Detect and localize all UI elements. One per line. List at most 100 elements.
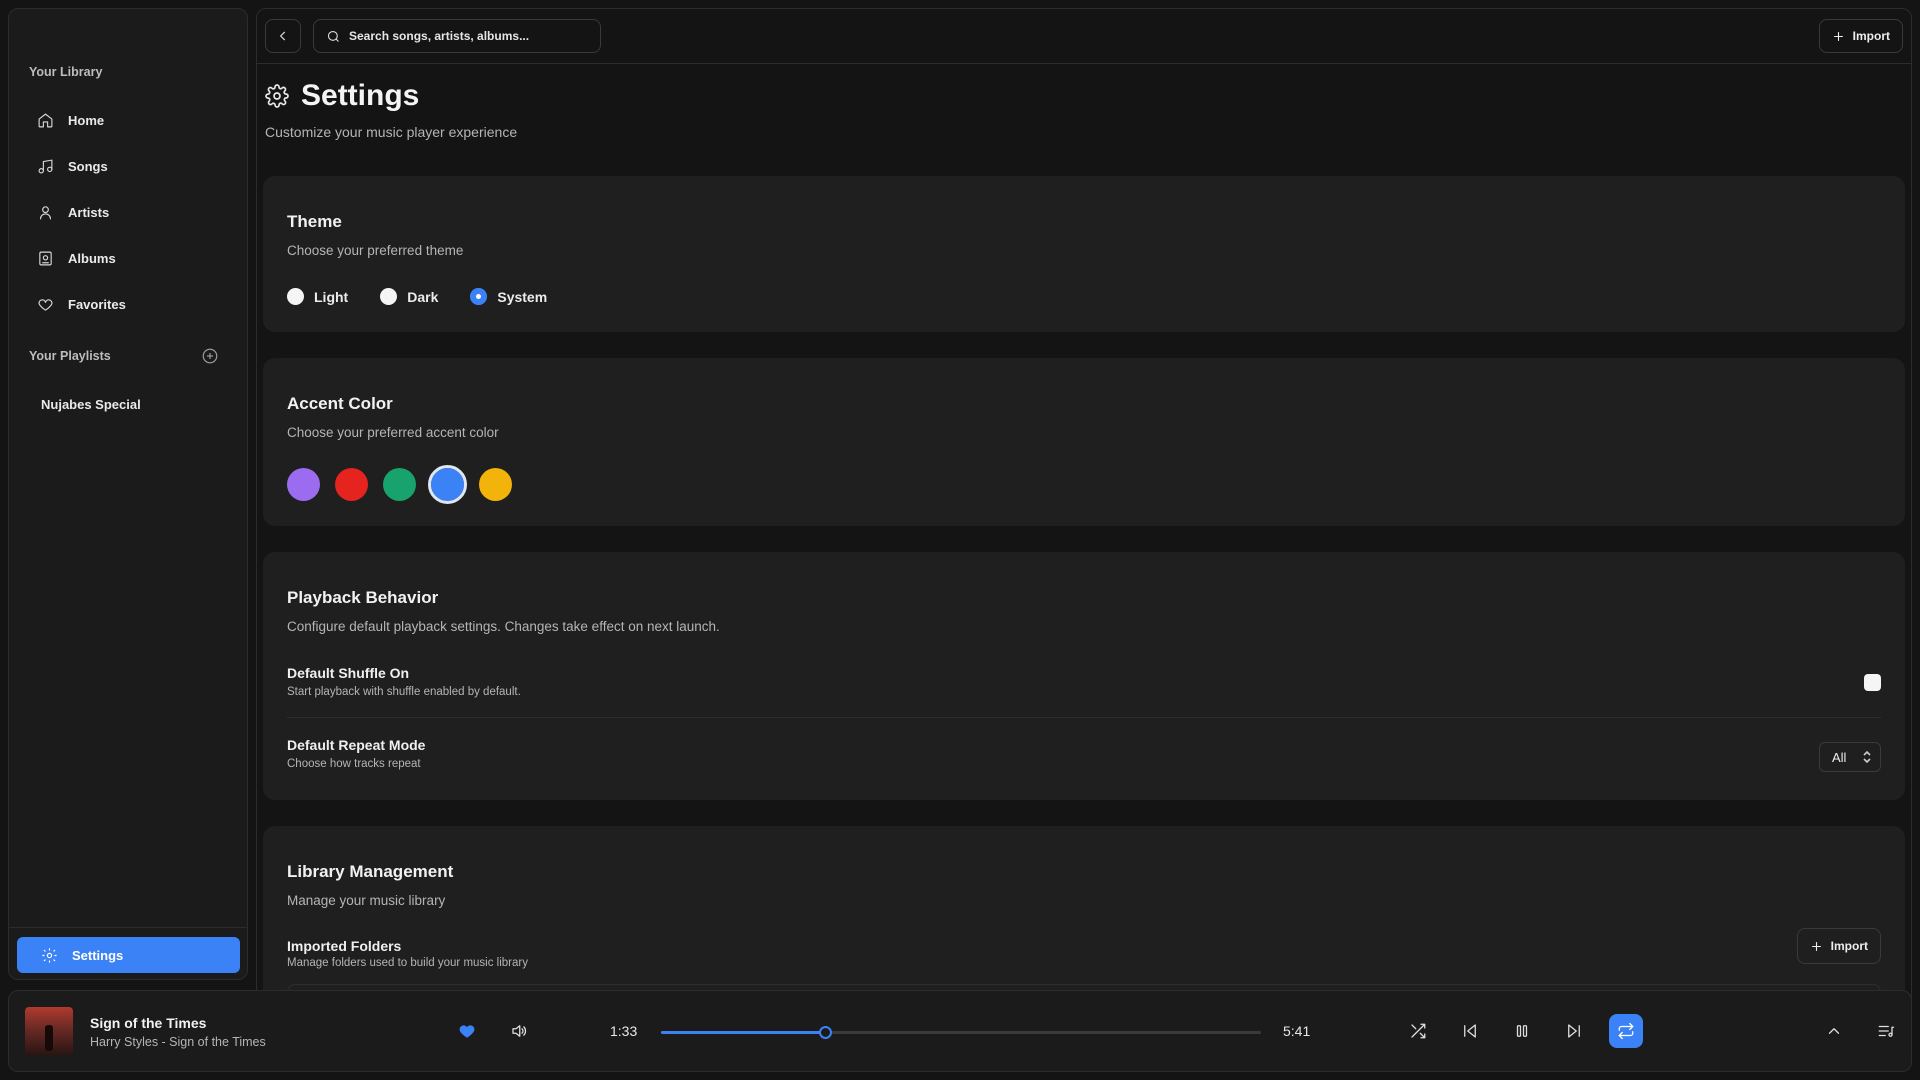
user-icon: [39, 205, 52, 219]
back-button[interactable]: [265, 19, 301, 53]
shuffle-button[interactable]: [1409, 1022, 1427, 1040]
chevron-up-icon: [1828, 1028, 1840, 1034]
skip-forward-icon: [1568, 1024, 1580, 1038]
import-label: Import: [1830, 939, 1868, 953]
next-button[interactable]: [1565, 1022, 1583, 1040]
album-icon: [39, 251, 52, 265]
radio-light[interactable]: [287, 288, 304, 305]
sidebar-item-albums[interactable]: Albums: [37, 241, 237, 275]
progress-fill: [661, 1031, 825, 1034]
radio-label: System: [497, 288, 548, 305]
repeat-setting-title: Default Repeat Mode: [287, 737, 426, 753]
queue-button[interactable]: [1877, 1022, 1895, 1040]
music-note-icon: [38, 159, 53, 173]
row-divider: [287, 717, 1881, 718]
theme-option-system[interactable]: System: [470, 288, 547, 305]
page-subtitle: Customize your music player experience: [265, 124, 518, 140]
top-bar: Import: [257, 9, 1911, 64]
sidebar-item-label: Home: [68, 112, 105, 128]
progress-slider[interactable]: [661, 1026, 1261, 1039]
sidebar: Your Library Home Songs Artists Albums F…: [8, 8, 248, 980]
repeat-button[interactable]: [1609, 1014, 1643, 1048]
sidebar-item-home[interactable]: Home: [37, 103, 237, 137]
library-subtitle: Manage your music library: [287, 893, 446, 908]
shuffle-icon: [1411, 1023, 1426, 1039]
skip-back-icon: [1464, 1024, 1476, 1038]
import-folder-button[interactable]: Import: [1796, 928, 1881, 964]
folders-title: Imported Folders: [287, 938, 402, 954]
playback-card: Playback Behavior Configure default play…: [263, 552, 1905, 800]
favorite-button[interactable]: [458, 1022, 476, 1040]
previous-button[interactable]: [1461, 1022, 1479, 1040]
page-heading: Settings: [301, 79, 420, 112]
accent-subtitle: Choose your preferred accent color: [287, 425, 499, 440]
queue-icon: [1878, 1025, 1895, 1037]
search-icon: [327, 30, 339, 42]
sidebar-item-label: Albums: [68, 250, 116, 266]
volume-button[interactable]: [510, 1022, 528, 1040]
accent-swatch-3[interactable]: [428, 465, 467, 504]
shuffle-setting-sub: Start playback with shuffle enabled by d…: [287, 686, 521, 698]
accent-swatch-2[interactable]: [383, 468, 416, 501]
library-title: Library Management: [287, 862, 454, 881]
repeat-mode-select[interactable]: All: [1819, 742, 1881, 772]
album-cover: [25, 1007, 73, 1055]
plus-icon: [1833, 31, 1843, 41]
plus-circle-icon: [202, 348, 218, 364]
accent-swatch-0[interactable]: [287, 468, 320, 501]
sidebar-item-label: Settings: [72, 947, 124, 963]
gear-icon: [42, 947, 57, 963]
folders-sub: Manage folders used to build your music …: [287, 957, 528, 969]
repeat-icon: [1618, 1022, 1634, 1040]
theme-option-light[interactable]: Light: [287, 288, 348, 305]
elapsed-time: 1:33: [610, 1023, 638, 1039]
progress-handle[interactable]: [818, 1026, 832, 1039]
plus-icon: [1811, 941, 1821, 951]
default-shuffle-checkbox[interactable]: [1864, 674, 1881, 691]
import-button[interactable]: Import: [1818, 19, 1903, 53]
pause-icon: [1516, 1025, 1528, 1037]
track-title: Sign of the Times: [90, 1015, 207, 1031]
shuffle-setting-title: Default Shuffle On: [287, 665, 410, 681]
heart-icon: [38, 298, 53, 311]
accent-swatch-4[interactable]: [479, 468, 512, 501]
theme-subtitle: Choose your preferred theme: [287, 243, 464, 258]
radio-system[interactable]: [470, 288, 488, 305]
import-label: Import: [1852, 29, 1890, 43]
accent-title: Accent Color: [287, 394, 393, 413]
search-input[interactable]: [349, 29, 589, 43]
theme-card: Theme Choose your preferred theme Light …: [263, 176, 1905, 332]
radio-label: Dark: [407, 288, 439, 305]
repeat-mode-value: All: [1832, 749, 1847, 765]
sidebar-item-label: Artists: [68, 204, 110, 220]
theme-option-dark[interactable]: Dark: [380, 288, 438, 305]
sidebar-item-label: Songs: [68, 158, 108, 174]
sidebar-item-label: Favorites: [68, 296, 126, 312]
add-playlist-button[interactable]: [201, 347, 219, 365]
sidebar-item-artists[interactable]: Artists: [37, 195, 237, 229]
sidebar-item-favorites[interactable]: Favorites: [37, 287, 237, 321]
gear-icon: [265, 84, 289, 108]
library-section-title: Your Library: [29, 65, 103, 79]
sidebar-item-settings[interactable]: Settings: [17, 937, 240, 973]
page-title: Settings: [265, 79, 419, 113]
main-content: Import Settings Customize your music pla…: [256, 8, 1912, 1072]
pause-button[interactable]: [1513, 1022, 1531, 1040]
playlists-section-title: Your Playlists: [29, 349, 111, 363]
expand-button[interactable]: [1825, 1022, 1843, 1040]
playlist-item-nujabes-special[interactable]: Nujabes Special: [41, 397, 141, 412]
radio-label: Light: [314, 288, 349, 305]
playback-subtitle: Configure default playback settings. Cha…: [287, 619, 720, 634]
accent-color-card: Accent Color Choose your preferred accen…: [263, 358, 1905, 526]
repeat-setting-sub: Choose how tracks repeat: [287, 758, 421, 770]
radio-dark[interactable]: [380, 288, 398, 305]
player-bar: Sign of the Times Harry Styles - Sign of…: [8, 990, 1912, 1072]
sidebar-item-songs[interactable]: Songs: [37, 149, 237, 183]
theme-title: Theme: [287, 212, 342, 231]
accent-swatch-1[interactable]: [335, 468, 368, 501]
home-icon: [38, 113, 53, 127]
chevron-up-down-icon: [1863, 750, 1871, 764]
search-box[interactable]: [313, 19, 601, 53]
volume-icon: [512, 1025, 527, 1037]
heart-icon: [459, 1025, 475, 1038]
